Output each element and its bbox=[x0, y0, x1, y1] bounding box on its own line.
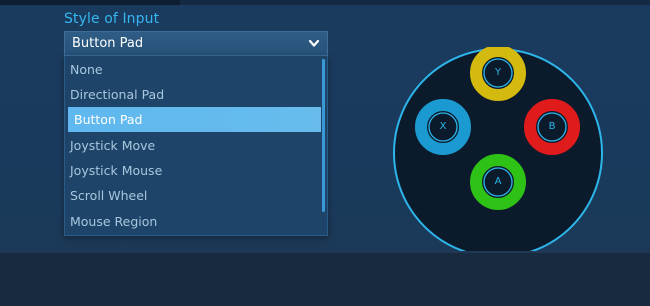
option-directional-pad[interactable]: Directional Pad bbox=[69, 82, 321, 107]
option-none[interactable]: None bbox=[69, 57, 321, 82]
steam-controller-configuration: Style of Input Button Pad None Direction… bbox=[0, 0, 650, 306]
option-button-pad[interactable]: Button Pad bbox=[68, 107, 321, 132]
button-a-label: A bbox=[494, 176, 502, 187]
button-y-label: Y bbox=[494, 67, 502, 78]
button-b-label: B bbox=[548, 121, 556, 132]
style-of-input-select[interactable]: Button Pad bbox=[64, 31, 328, 56]
bottom-divider bbox=[0, 251, 650, 253]
chevron-down-icon[interactable] bbox=[308, 37, 320, 49]
selected-value: Button Pad bbox=[72, 36, 144, 51]
option-joystick-mouse[interactable]: Joystick Mouse bbox=[69, 158, 321, 183]
bottom-panel bbox=[0, 251, 650, 306]
option-mouse-region[interactable]: Mouse Region bbox=[69, 209, 321, 234]
top-strip-dark bbox=[0, 0, 180, 5]
option-joystick-move[interactable]: Joystick Move bbox=[69, 133, 321, 158]
style-of-input-dropdown: None Directional Pad Button Pad Joystick… bbox=[64, 56, 328, 236]
dropdown-scrollbar[interactable] bbox=[322, 59, 325, 212]
button-x-label: X bbox=[439, 121, 447, 132]
style-of-input-label: Style of Input bbox=[64, 11, 160, 27]
option-scroll-wheel[interactable]: Scroll Wheel bbox=[69, 183, 321, 208]
